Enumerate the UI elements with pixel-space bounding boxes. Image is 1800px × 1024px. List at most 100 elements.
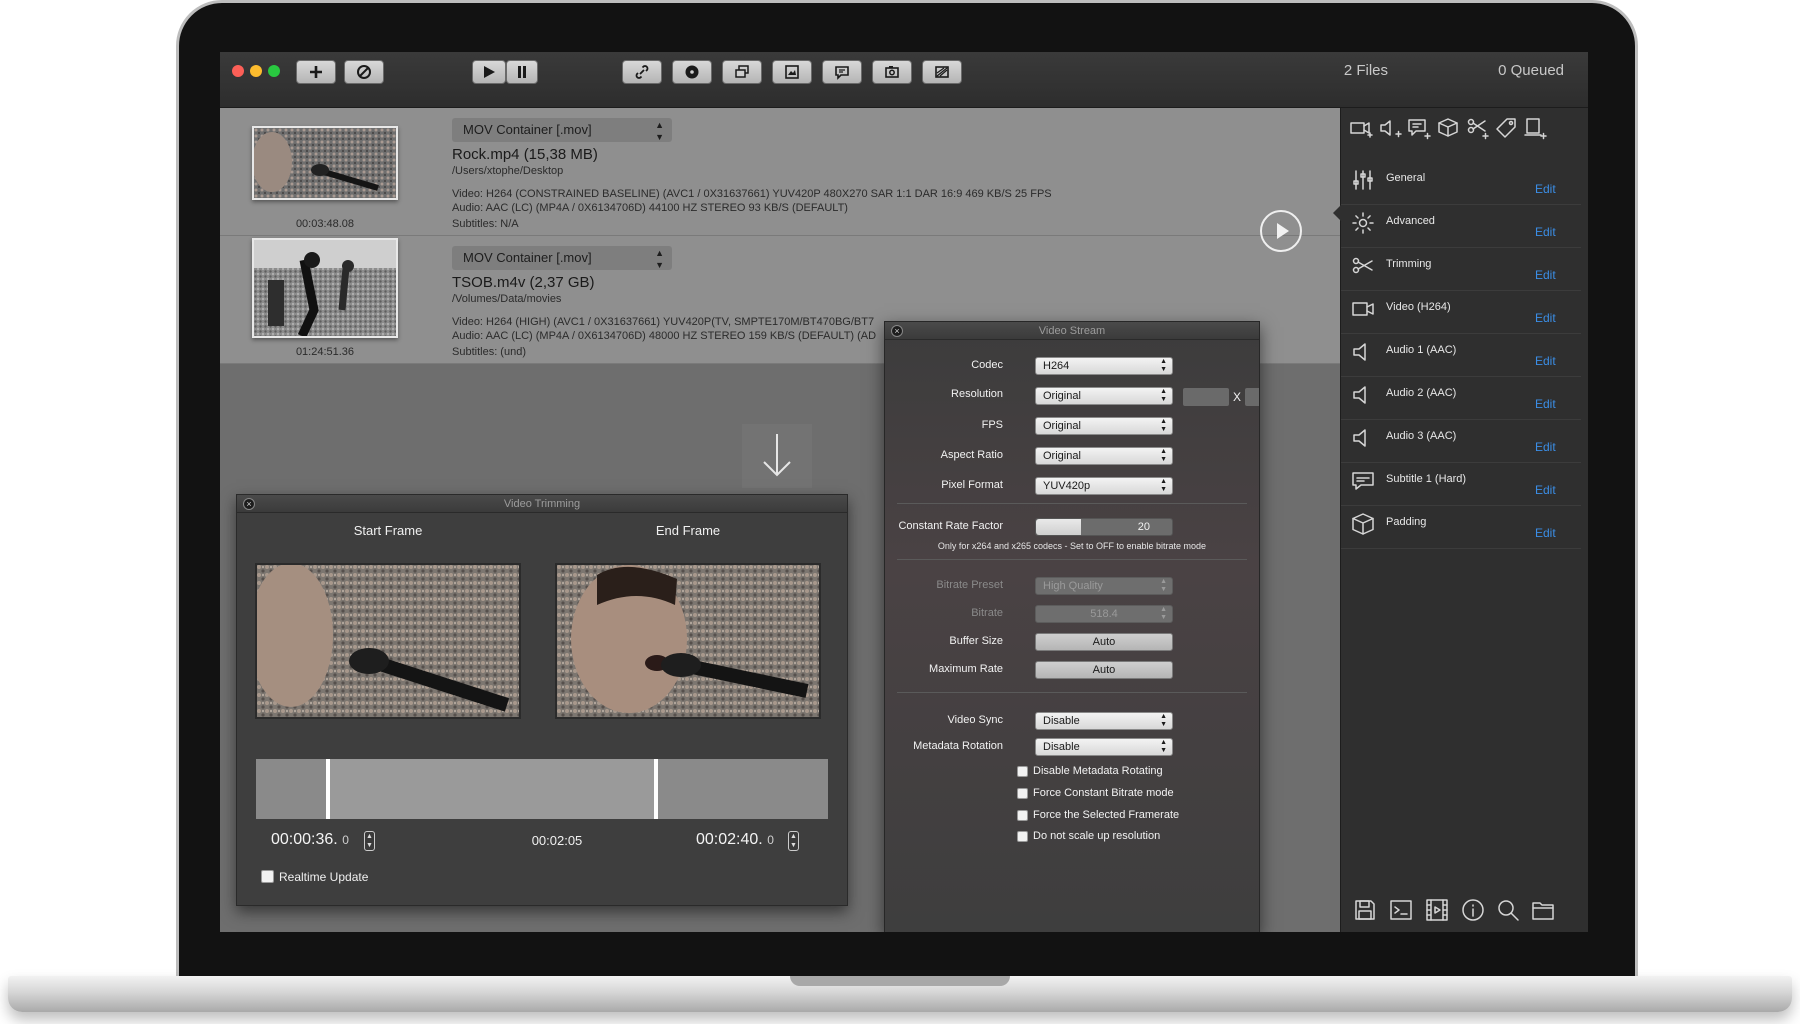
edit-link[interactable]: Edit — [1535, 311, 1556, 325]
select-arrows-icon: ▲ ▼ — [1160, 418, 1167, 433]
image-button[interactable] — [772, 60, 812, 84]
settings-sidebar: General Edit Advanced Edit Trimming Edit… — [1333, 108, 1588, 932]
start-button[interactable] — [472, 60, 506, 84]
resolution-select[interactable]: Original ▲ ▼ — [1035, 387, 1173, 405]
checkbox-box[interactable] — [1017, 787, 1028, 799]
realtime-update-checkbox[interactable]: Realtime Update — [261, 869, 368, 884]
container-format-select[interactable]: MOV Container [.mov] ▲ ▼ — [452, 246, 672, 270]
layers-button[interactable] — [722, 60, 762, 84]
edit-link[interactable]: Edit — [1535, 268, 1556, 282]
metadata-rotation-select[interactable]: Disable ▲ ▼ — [1035, 738, 1173, 756]
edit-link[interactable]: Edit — [1535, 225, 1556, 239]
speaker-icon — [1353, 343, 1366, 361]
close-window-button[interactable] — [232, 65, 244, 77]
start-time-stepper[interactable]: ▲ ▼ — [364, 831, 375, 851]
video-camera-icon — [1352, 302, 1374, 316]
edit-link[interactable]: Edit — [1535, 483, 1556, 497]
add-tag-icon[interactable] — [1494, 116, 1518, 140]
sidebar-item-label: Padding — [1386, 516, 1427, 528]
sidebar-item-audio-1[interactable]: Audio 1 (AAC) Edit — [1341, 328, 1581, 377]
select-arrows-icon: ▲ ▼ — [1160, 713, 1167, 728]
add-subtitle-icon[interactable] — [1407, 116, 1431, 140]
checkbox-label: Do not scale up resolution — [1033, 830, 1161, 843]
checkbox-box[interactable] — [261, 870, 274, 884]
checkbox-label: Force Constant Bitrate mode — [1033, 787, 1174, 800]
end-time-stepper[interactable]: ▲ ▼ — [788, 831, 799, 851]
end-time-field[interactable]: 00:02:40. 0 — [696, 831, 774, 849]
edit-link[interactable]: Edit — [1535, 354, 1556, 368]
disable-metadata-rotating-checkbox[interactable]: Disable Metadata Rotating — [1017, 765, 1163, 777]
folder-icon[interactable] — [1531, 898, 1555, 922]
sidebar-item-audio-3[interactable]: Audio 3 (AAC) Edit — [1341, 414, 1581, 463]
close-icon[interactable]: × — [243, 498, 255, 510]
clear-button[interactable] — [344, 60, 384, 84]
zoom-window-button[interactable] — [268, 65, 280, 77]
sidebar-item-video[interactable]: Video (H264) Edit — [1341, 285, 1581, 334]
sidebar-item-advanced[interactable]: Advanced Edit — [1341, 199, 1581, 248]
file-row[interactable]: 00:03:48.08 MOV Container [.mov] ▲ ▼ Rock… — [220, 108, 1340, 236]
sidebar-item-trimming[interactable]: Trimming Edit — [1341, 242, 1581, 291]
add-trim-icon[interactable] — [1465, 116, 1489, 140]
maximum-rate-button[interactable]: Auto — [1035, 661, 1173, 679]
width-input[interactable] — [1183, 388, 1229, 406]
add-video-stream-icon[interactable] — [1349, 116, 1373, 140]
edit-link[interactable]: Edit — [1535, 397, 1556, 411]
search-icon[interactable] — [1496, 898, 1520, 922]
sliders-icon — [1353, 170, 1373, 190]
edit-link[interactable]: Edit — [1535, 182, 1556, 196]
sidebar-item-label: General — [1386, 172, 1426, 184]
bitrate-preset-select[interactable]: High Quality ▲ ▼ — [1035, 577, 1173, 595]
add-chapter-icon[interactable] — [1523, 116, 1547, 140]
queued-count: 0 Queued — [1498, 62, 1564, 79]
edit-link[interactable]: Edit — [1535, 440, 1556, 454]
link-button[interactable] — [622, 60, 662, 84]
sidebar-item-subtitle-1[interactable]: Subtitle 1 (Hard) Edit — [1341, 457, 1581, 506]
pause-button[interactable] — [506, 60, 538, 84]
disc-icon — [685, 65, 699, 79]
subtitle-button[interactable] — [822, 60, 862, 84]
select-arrows-icon: ▲ ▼ — [1160, 388, 1167, 403]
sidebar-item-audio-2[interactable]: Audio 2 (AAC) Edit — [1341, 371, 1581, 420]
checkbox-box[interactable] — [1017, 830, 1028, 842]
trim-start-handle[interactable] — [326, 759, 331, 819]
film-strip-icon[interactable] — [1425, 898, 1449, 922]
terminal-icon[interactable] — [1389, 898, 1413, 922]
add-padding-icon[interactable] — [1436, 116, 1460, 140]
codec-select[interactable]: H264 ▲ ▼ — [1035, 357, 1173, 375]
crf-slider[interactable]: 20 — [1035, 518, 1173, 536]
bitrate-stepper[interactable]: 518.4 ▲ ▼ — [1035, 605, 1173, 623]
height-input[interactable] — [1245, 388, 1259, 406]
preview-play-button[interactable] — [1260, 210, 1302, 252]
pixel-format-select[interactable]: YUV420p ▲ ▼ — [1035, 477, 1173, 495]
info-icon[interactable] — [1461, 898, 1485, 922]
container-format-select[interactable]: MOV Container [.mov] ▲ ▼ — [452, 118, 672, 142]
sidebar-item-padding[interactable]: Padding Edit — [1341, 500, 1581, 549]
force-constant-bitrate-checkbox[interactable]: Force Constant Bitrate mode — [1017, 787, 1174, 799]
add-file-button[interactable] — [296, 60, 336, 84]
sidebar-item-general[interactable]: General Edit — [1341, 156, 1581, 205]
add-icon — [310, 66, 322, 78]
container-format-value: MOV Container [.mov] — [463, 250, 592, 265]
video-sync-select[interactable]: Disable ▲ ▼ — [1035, 712, 1173, 730]
minimize-window-button[interactable] — [250, 65, 262, 77]
save-icon[interactable] — [1353, 898, 1377, 922]
close-icon[interactable]: × — [891, 325, 903, 337]
trim-timeline[interactable] — [256, 759, 828, 819]
checkbox-box[interactable] — [1017, 809, 1028, 821]
checkbox-box[interactable] — [1017, 765, 1028, 777]
crop-button[interactable] — [922, 60, 962, 84]
aspect-ratio-select[interactable]: Original ▲ ▼ — [1035, 447, 1173, 465]
edit-link[interactable]: Edit — [1535, 526, 1556, 540]
disc-button[interactable] — [672, 60, 712, 84]
metadata-rotation-value: Disable — [1043, 741, 1080, 753]
start-time-field[interactable]: 00:00:36. 0 — [271, 831, 349, 849]
buffer-size-button[interactable]: Auto — [1035, 633, 1173, 651]
snapshot-button[interactable] — [872, 60, 912, 84]
add-audio-stream-icon[interactable] — [1378, 116, 1402, 140]
resolution-label: Resolution — [951, 388, 1003, 400]
trim-end-handle[interactable] — [654, 759, 659, 819]
no-upscale-checkbox[interactable]: Do not scale up resolution — [1017, 830, 1160, 842]
fps-select[interactable]: Original ▲ ▼ — [1035, 417, 1173, 435]
force-selected-framerate-checkbox[interactable]: Force the Selected Framerate — [1017, 809, 1179, 821]
drop-zone[interactable] — [742, 424, 812, 488]
